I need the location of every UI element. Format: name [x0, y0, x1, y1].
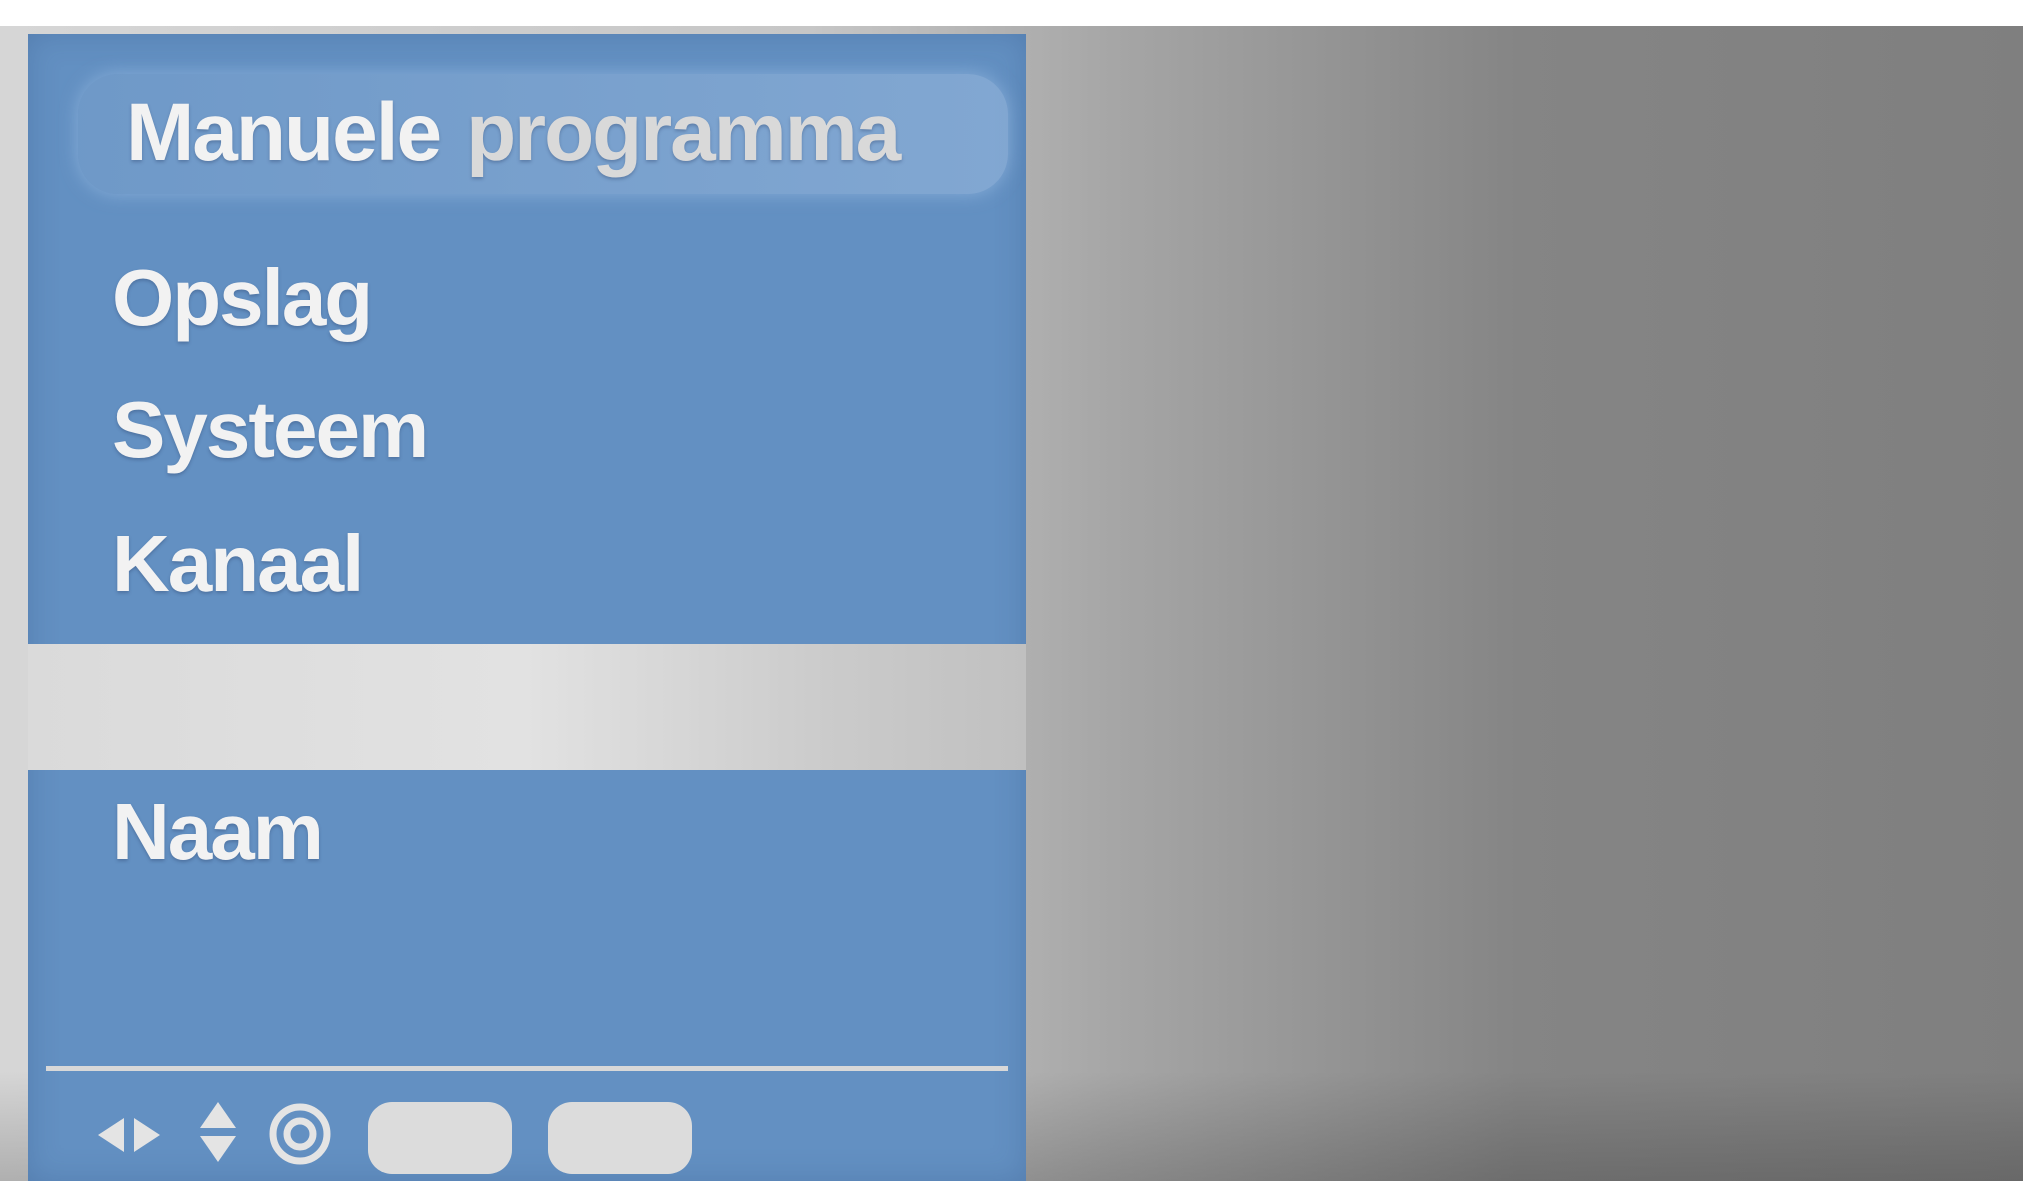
footer-divider [46, 1066, 1008, 1071]
footer-key-button-2[interactable] [548, 1102, 692, 1174]
menu-title-word1: Manuele [126, 87, 442, 178]
menu-title-word2: programma [466, 87, 901, 178]
menu-item-naam[interactable]: Naam [112, 786, 324, 878]
up-down-arrows-icon [200, 1102, 236, 1162]
footer-key-button-1[interactable] [368, 1102, 512, 1174]
menu-item-systeem[interactable]: Systeem [112, 384, 429, 476]
ok-circle-icon [269, 1103, 331, 1165]
left-right-arrows-icon [98, 1118, 160, 1152]
menu-item-kanaal[interactable]: Kanaal [112, 518, 364, 610]
menu-title: Manuele programma [126, 86, 901, 180]
osd-menu-panel: Manuele programma Opslag Systeem Kanaal N… [28, 34, 1026, 1181]
menu-item-opslag[interactable]: Opslag [112, 252, 373, 344]
menu-item-selected-highlight[interactable] [28, 644, 1026, 770]
